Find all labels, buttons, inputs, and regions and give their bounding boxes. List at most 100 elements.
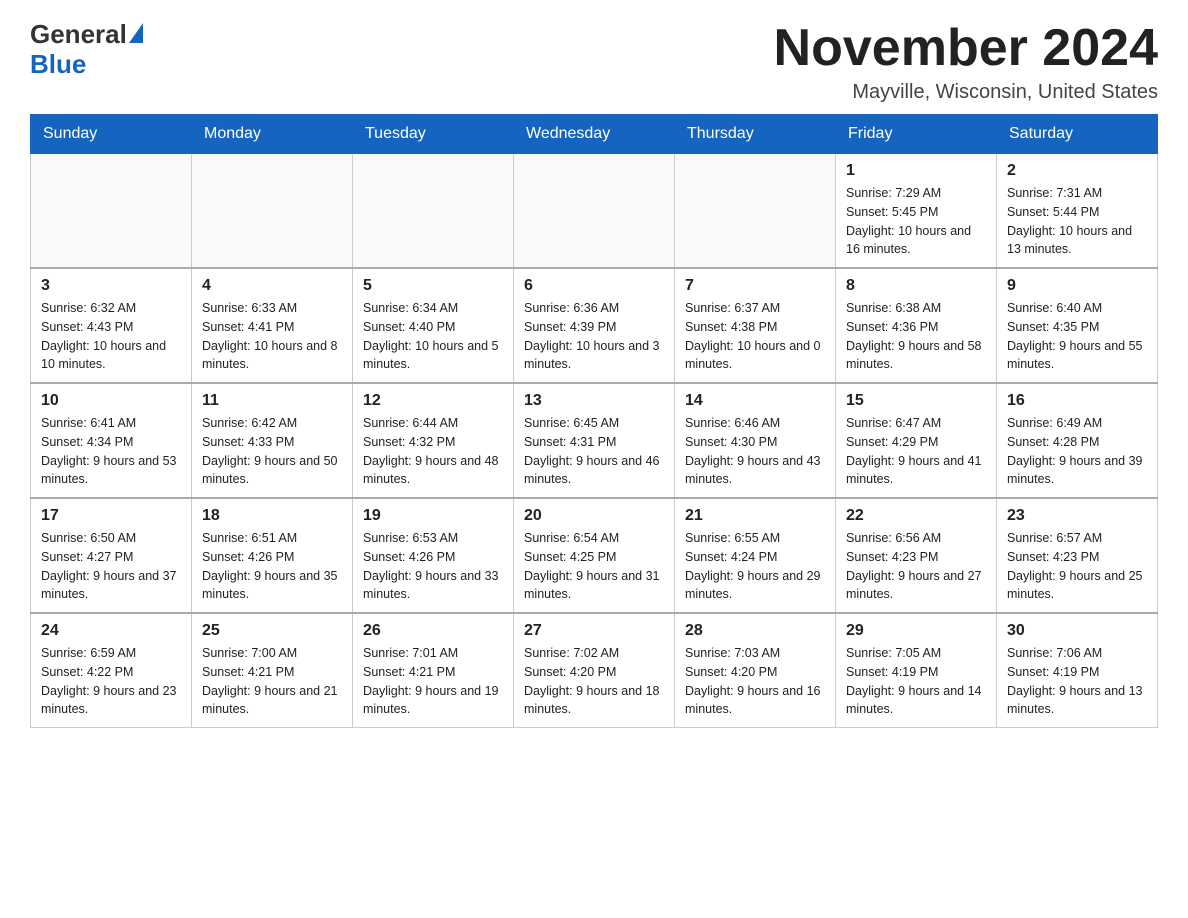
day-info: Sunrise: 6:47 AMSunset: 4:29 PMDaylight:… [846,414,986,489]
day-of-week-header: Sunday [31,115,192,154]
day-number: 24 [41,622,181,640]
day-number: 3 [41,277,181,295]
day-info: Sunrise: 6:37 AMSunset: 4:38 PMDaylight:… [685,299,825,374]
logo-general-text: General [30,20,143,49]
day-number: 8 [846,277,986,295]
calendar-cell: 19 Sunrise: 6:53 AMSunset: 4:26 PMDayligh… [353,498,514,613]
day-number: 4 [202,277,342,295]
calendar-cell: 14 Sunrise: 6:46 AMSunset: 4:30 PMDayligh… [675,383,836,498]
calendar-cell: 23Sunrise: 6:57 AMSunset: 4:23 PMDayligh… [997,498,1158,613]
day-number: 22 [846,507,986,525]
calendar-week-row: 10 Sunrise: 6:41 AMSunset: 4:34 PMDayligh… [31,383,1158,498]
calendar-cell: 26 Sunrise: 7:01 AMSunset: 4:21 PMDayligh… [353,613,514,728]
day-number: 20 [524,507,664,525]
day-number: 18 [202,507,342,525]
day-of-week-header: Monday [192,115,353,154]
day-info: Sunrise: 7:29 AMSunset: 5:45 PMDaylight:… [846,184,986,259]
calendar-cell: 15 Sunrise: 6:47 AMSunset: 4:29 PMDayligh… [836,383,997,498]
day-number: 17 [41,507,181,525]
day-info: Sunrise: 7:01 AMSunset: 4:21 PMDaylight:… [363,644,503,719]
calendar-table: SundayMondayTuesdayWednesdayThursdayFrid… [30,114,1158,728]
day-info: Sunrise: 6:56 AMSunset: 4:23 PMDaylight:… [846,529,986,604]
day-number: 6 [524,277,664,295]
day-number: 27 [524,622,664,640]
day-number: 16 [1007,392,1147,410]
calendar-cell [675,154,836,269]
calendar-cell: 5Sunrise: 6:34 AMSunset: 4:40 PMDaylight… [353,268,514,383]
day-info: Sunrise: 6:54 AMSunset: 4:25 PMDaylight:… [524,529,664,604]
day-number: 21 [685,507,825,525]
day-info: Sunrise: 6:33 AMSunset: 4:41 PMDaylight:… [202,299,342,374]
logo-triangle-icon [129,23,143,43]
day-number: 12 [363,392,503,410]
calendar-week-row: 17 Sunrise: 6:50 AMSunset: 4:27 PMDayligh… [31,498,1158,613]
day-number: 15 [846,392,986,410]
calendar-cell: 8 Sunrise: 6:38 AMSunset: 4:36 PMDaylight… [836,268,997,383]
day-info: Sunrise: 6:59 AMSunset: 4:22 PMDaylight:… [41,644,181,719]
calendar-cell: 28 Sunrise: 7:03 AMSunset: 4:20 PMDayligh… [675,613,836,728]
calendar-cell [353,154,514,269]
calendar-cell: 30Sunrise: 7:06 AMSunset: 4:19 PMDayligh… [997,613,1158,728]
calendar-cell [31,154,192,269]
month-title: November 2024 [774,20,1158,77]
calendar-cell: 18 Sunrise: 6:51 AMSunset: 4:26 PMDayligh… [192,498,353,613]
logo: General Blue [30,20,143,80]
day-info: Sunrise: 6:46 AMSunset: 4:30 PMDaylight:… [685,414,825,489]
calendar-cell: 2Sunrise: 7:31 AMSunset: 5:44 PMDaylight… [997,154,1158,269]
day-info: Sunrise: 6:38 AMSunset: 4:36 PMDaylight:… [846,299,986,374]
calendar-cell: 29Sunrise: 7:05 AMSunset: 4:19 PMDayligh… [836,613,997,728]
day-info: Sunrise: 6:45 AMSunset: 4:31 PMDaylight:… [524,414,664,489]
day-info: Sunrise: 7:05 AMSunset: 4:19 PMDaylight:… [846,644,986,719]
logo-blue-text: Blue [30,49,86,80]
day-number: 1 [846,162,986,180]
day-number: 13 [524,392,664,410]
day-number: 11 [202,392,342,410]
day-info: Sunrise: 6:57 AMSunset: 4:23 PMDaylight:… [1007,529,1147,604]
calendar-cell: 4 Sunrise: 6:33 AMSunset: 4:41 PMDaylight… [192,268,353,383]
calendar-cell: 22 Sunrise: 6:56 AMSunset: 4:23 PMDayligh… [836,498,997,613]
calendar-cell: 16 Sunrise: 6:49 AMSunset: 4:28 PMDayligh… [997,383,1158,498]
calendar-cell: 17 Sunrise: 6:50 AMSunset: 4:27 PMDayligh… [31,498,192,613]
day-info: Sunrise: 6:32 AMSunset: 4:43 PMDaylight:… [41,299,181,374]
day-number: 9 [1007,277,1147,295]
day-info: Sunrise: 7:02 AMSunset: 4:20 PMDaylight:… [524,644,664,719]
day-of-week-header: Wednesday [514,115,675,154]
day-of-week-header: Tuesday [353,115,514,154]
day-of-week-header: Saturday [997,115,1158,154]
calendar-cell: 12Sunrise: 6:44 AMSunset: 4:32 PMDayligh… [353,383,514,498]
day-info: Sunrise: 7:31 AMSunset: 5:44 PMDaylight:… [1007,184,1147,259]
calendar-cell [514,154,675,269]
day-info: Sunrise: 7:00 AMSunset: 4:21 PMDaylight:… [202,644,342,719]
day-info: Sunrise: 6:49 AMSunset: 4:28 PMDaylight:… [1007,414,1147,489]
calendar-header-row: SundayMondayTuesdayWednesdayThursdayFrid… [31,115,1158,154]
day-info: Sunrise: 6:55 AMSunset: 4:24 PMDaylight:… [685,529,825,604]
day-number: 25 [202,622,342,640]
day-number: 7 [685,277,825,295]
calendar-cell: 13 Sunrise: 6:45 AMSunset: 4:31 PMDayligh… [514,383,675,498]
location-text: Mayville, Wisconsin, United States [774,81,1158,104]
calendar-week-row: 24 Sunrise: 6:59 AMSunset: 4:22 PMDayligh… [31,613,1158,728]
day-number: 30 [1007,622,1147,640]
day-number: 10 [41,392,181,410]
calendar-cell: 3 Sunrise: 6:32 AMSunset: 4:43 PMDaylight… [31,268,192,383]
day-info: Sunrise: 6:41 AMSunset: 4:34 PMDaylight:… [41,414,181,489]
calendar-cell: 25 Sunrise: 7:00 AMSunset: 4:21 PMDayligh… [192,613,353,728]
day-of-week-header: Thursday [675,115,836,154]
day-info: Sunrise: 6:40 AMSunset: 4:35 PMDaylight:… [1007,299,1147,374]
calendar-cell [192,154,353,269]
day-number: 14 [685,392,825,410]
day-info: Sunrise: 6:36 AMSunset: 4:39 PMDaylight:… [524,299,664,374]
day-info: Sunrise: 7:03 AMSunset: 4:20 PMDaylight:… [685,644,825,719]
calendar-cell: 1 Sunrise: 7:29 AMSunset: 5:45 PMDaylight… [836,154,997,269]
day-info: Sunrise: 6:34 AMSunset: 4:40 PMDaylight:… [363,299,503,374]
page-header: General Blue November 2024 Mayville, Wis… [30,20,1158,104]
day-info: Sunrise: 6:53 AMSunset: 4:26 PMDaylight:… [363,529,503,604]
day-info: Sunrise: 6:50 AMSunset: 4:27 PMDaylight:… [41,529,181,604]
day-number: 19 [363,507,503,525]
calendar-cell: 27 Sunrise: 7:02 AMSunset: 4:20 PMDayligh… [514,613,675,728]
day-number: 26 [363,622,503,640]
day-number: 28 [685,622,825,640]
title-section: November 2024 Mayville, Wisconsin, Unite… [774,20,1158,104]
day-info: Sunrise: 6:51 AMSunset: 4:26 PMDaylight:… [202,529,342,604]
calendar-cell: 7 Sunrise: 6:37 AMSunset: 4:38 PMDaylight… [675,268,836,383]
